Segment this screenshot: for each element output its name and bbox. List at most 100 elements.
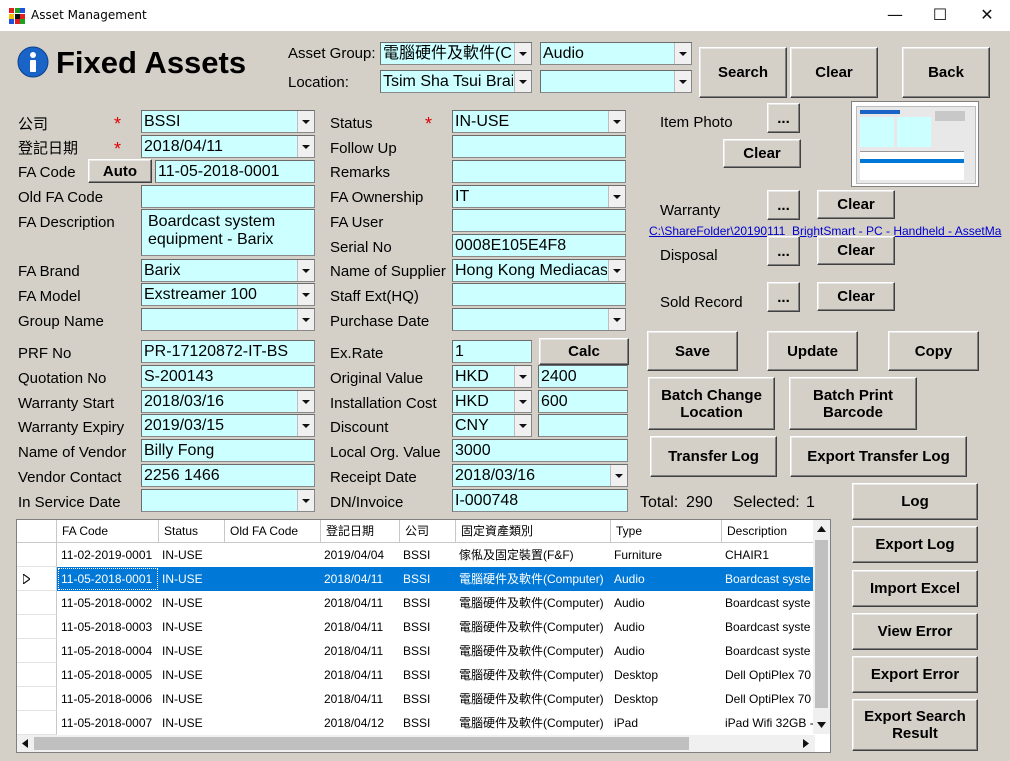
- prf-no-input[interactable]: PR-17120872-IT-BS: [141, 340, 315, 363]
- chevron-down-icon[interactable]: [297, 490, 314, 511]
- export-search-result-button[interactable]: Export Search Result: [852, 699, 978, 751]
- scroll-right-icon[interactable]: [803, 739, 809, 748]
- close-button[interactable]: ✕: [964, 0, 1010, 31]
- chevron-down-icon[interactable]: [514, 366, 531, 387]
- vertical-scroll-thumb[interactable]: [815, 540, 828, 708]
- fa-user-input[interactable]: [452, 209, 626, 232]
- location-select[interactable]: Tsim Sha Tsui Brai: [380, 70, 532, 93]
- status-select[interactable]: IN-USE: [452, 110, 626, 133]
- ex-rate-input[interactable]: 1: [452, 340, 532, 363]
- chevron-down-icon[interactable]: [297, 111, 314, 132]
- sold-record-browse-button[interactable]: ...: [767, 282, 800, 312]
- column-header[interactable]: Old FA Code: [225, 520, 321, 542]
- row-header[interactable]: [17, 687, 57, 711]
- warranty-clear-button[interactable]: Clear: [817, 190, 895, 219]
- item-photo-browse-button[interactable]: ...: [767, 103, 800, 133]
- batch-print-barcode-button[interactable]: Batch Print Barcode: [789, 377, 917, 430]
- table-row[interactable]: 11-05-2018-0004 IN-USE 2018/04/11 BSSI 電腦硬件及…: [57, 639, 815, 663]
- location-sub-select[interactable]: [540, 70, 692, 93]
- chevron-down-icon[interactable]: [297, 415, 314, 436]
- maximize-button[interactable]: ☐: [917, 0, 963, 31]
- chevron-down-icon[interactable]: [610, 465, 627, 486]
- table-row[interactable]: 11-05-2018-0005 IN-USE 2018/04/11 BSSI 電腦硬件及…: [57, 663, 815, 687]
- update-button[interactable]: Update: [767, 331, 858, 371]
- supplier-select[interactable]: Hong Kong Mediacast: [452, 259, 626, 282]
- save-button[interactable]: Save: [647, 331, 738, 371]
- scroll-up-icon[interactable]: [817, 526, 826, 532]
- column-header[interactable]: 登記日期: [321, 520, 400, 542]
- chevron-down-icon[interactable]: [514, 71, 531, 92]
- chevron-down-icon[interactable]: [297, 309, 314, 330]
- in-service-date-picker[interactable]: [141, 489, 315, 512]
- row-header[interactable]: [17, 591, 57, 615]
- warranty-expiry-picker[interactable]: 2019/03/15: [141, 414, 315, 437]
- search-button[interactable]: Search: [699, 47, 787, 98]
- chevron-down-icon[interactable]: [608, 186, 625, 207]
- discount-currency-select[interactable]: CNY: [452, 414, 532, 437]
- copy-button[interactable]: Copy: [888, 331, 979, 371]
- old-fa-code-input[interactable]: [141, 185, 315, 208]
- column-header[interactable]: FA Code: [57, 520, 159, 542]
- asset-group-select[interactable]: 電腦硬件及軟件(C: [380, 42, 532, 65]
- original-value-input[interactable]: 2400: [538, 365, 628, 388]
- row-header[interactable]: [17, 639, 57, 663]
- follow-up-input[interactable]: [452, 135, 626, 158]
- column-header[interactable]: Description: [722, 520, 815, 542]
- batch-change-location-button[interactable]: Batch Change Location: [648, 377, 775, 430]
- quotation-no-input[interactable]: S-200143: [141, 365, 315, 388]
- row-header[interactable]: [17, 711, 57, 735]
- item-photo-clear-button[interactable]: Clear: [723, 139, 801, 168]
- receipt-date-picker[interactable]: 2018/03/16: [452, 464, 628, 487]
- row-header[interactable]: [17, 543, 57, 567]
- import-excel-button[interactable]: Import Excel: [852, 570, 978, 607]
- disposal-clear-button[interactable]: Clear: [817, 236, 895, 265]
- reg-date-picker[interactable]: 2018/04/11: [141, 135, 315, 158]
- vertical-scrollbar[interactable]: [813, 520, 830, 734]
- chevron-down-icon[interactable]: [297, 260, 314, 281]
- export-log-button[interactable]: Export Log: [852, 526, 978, 563]
- original-value-currency-select[interactable]: HKD: [452, 365, 532, 388]
- chevron-down-icon[interactable]: [674, 43, 691, 64]
- staff-ext-input[interactable]: [452, 283, 626, 306]
- fa-ownership-select[interactable]: IT: [452, 185, 626, 208]
- asset-table[interactable]: FA Code Status Old FA Code 登記日期 公司 固定資產類…: [16, 519, 831, 753]
- calc-button[interactable]: Calc: [539, 338, 629, 365]
- column-header[interactable]: Status: [159, 520, 225, 542]
- serial-no-input[interactable]: 0008E105E4F8: [452, 234, 626, 257]
- transfer-log-button[interactable]: Transfer Log: [650, 436, 777, 477]
- fa-brand-select[interactable]: Barix: [141, 259, 315, 282]
- export-transfer-log-button[interactable]: Export Transfer Log: [790, 436, 967, 477]
- chevron-down-icon[interactable]: [514, 415, 531, 436]
- log-button[interactable]: Log: [852, 483, 978, 520]
- row-header[interactable]: [17, 567, 57, 591]
- local-org-value-input[interactable]: 3000: [452, 439, 628, 462]
- remarks-input[interactable]: [452, 160, 626, 183]
- column-header[interactable]: 固定資產類別: [456, 520, 611, 542]
- scroll-down-icon[interactable]: [817, 722, 826, 728]
- sold-record-clear-button[interactable]: Clear: [817, 282, 895, 311]
- warranty-start-picker[interactable]: 2018/03/16: [141, 390, 315, 413]
- export-error-button[interactable]: Export Error: [852, 656, 978, 693]
- vendor-contact-input[interactable]: 2256 1466: [141, 464, 315, 487]
- table-row[interactable]: 11-05-2018-0006 IN-USE 2018/04/11 BSSI 電腦硬件及…: [57, 687, 815, 711]
- chevron-down-icon[interactable]: [608, 309, 625, 330]
- installation-cost-currency-select[interactable]: HKD: [452, 390, 532, 413]
- horizontal-scrollbar[interactable]: [17, 735, 815, 752]
- table-row[interactable]: 11-05-2018-0001 IN-USE 2018/04/11 BSSI 電腦硬件及…: [57, 567, 815, 591]
- minimize-button[interactable]: —: [872, 0, 918, 31]
- fa-code-input[interactable]: 11-05-2018-0001: [155, 160, 315, 183]
- fa-description-input[interactable]: Boardcast system equipment - Barix: [141, 209, 315, 256]
- installation-cost-input[interactable]: 600: [538, 390, 628, 413]
- vendor-name-input[interactable]: Billy Fong: [141, 439, 315, 462]
- chevron-down-icon[interactable]: [514, 391, 531, 412]
- discount-input[interactable]: [538, 414, 628, 437]
- chevron-down-icon[interactable]: [608, 260, 625, 281]
- chevron-down-icon[interactable]: [297, 284, 314, 305]
- auto-code-button[interactable]: Auto: [88, 159, 152, 183]
- chevron-down-icon[interactable]: [297, 136, 314, 157]
- horizontal-scroll-thumb[interactable]: [34, 737, 689, 750]
- chevron-down-icon[interactable]: [674, 71, 691, 92]
- disposal-browse-button[interactable]: ...: [767, 236, 800, 266]
- fa-model-select[interactable]: Exstreamer 100: [141, 283, 315, 306]
- table-row[interactable]: 11-05-2018-0002 IN-USE 2018/04/11 BSSI 電腦硬件及…: [57, 591, 815, 615]
